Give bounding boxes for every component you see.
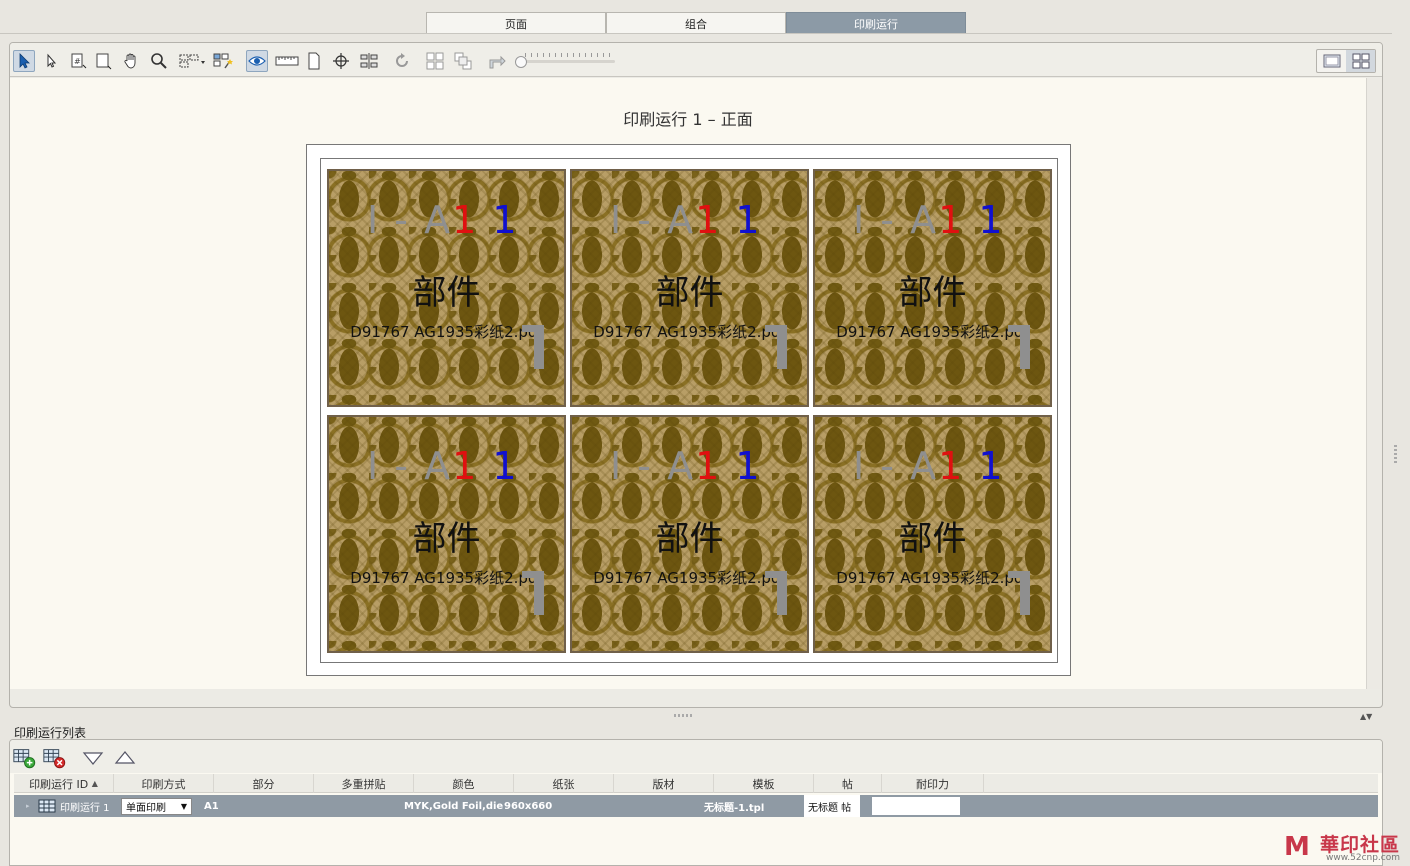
registration-mark: I - A1 1 [610,444,762,488]
undo-icon[interactable] [485,50,507,72]
ruler-icon[interactable] [274,50,300,72]
column-template[interactable]: 模板 [714,774,814,793]
zoom-slider[interactable] [515,53,615,68]
add-press-run-icon[interactable] [12,746,38,770]
part-cell[interactable]: I - A1 1 部件 D91767 AG1935彩纸2.pdf [327,169,566,407]
registration-mark: I - A1 1 [853,198,1005,242]
side-mark [522,571,544,615]
move-up-icon[interactable] [112,746,138,770]
side-mark [522,325,544,369]
document-icon[interactable] [303,50,325,72]
align-icon[interactable] [358,50,380,72]
run-length-input[interactable] [872,795,960,817]
collapse-arrows-icon[interactable]: ▲▼ [1360,712,1372,721]
press-run-row[interactable]: ▸ 印刷运行 1 单面印刷 ▼ A1 MYK,Gold Foil,die 960x… [14,795,1378,817]
part-cell[interactable]: I - A1 1 部件 D91767 AG1935彩纸2.pdf [327,415,566,653]
press-run-list-panel: 印刷运行 ID ▲ 印刷方式 部分 多重拼贴 颜色 纸张 版材 模板 帖 耐印力… [9,739,1383,866]
layout-b-icon[interactable] [452,50,474,72]
page-icon[interactable] [92,50,114,72]
registration-mark: I - A1 1 [367,198,519,242]
dropdown-arrow-icon: ▼ [180,801,187,811]
press-run-grid-icon [38,795,56,817]
hand-icon[interactable] [120,50,142,72]
tab-pages[interactable]: 页面 [426,12,606,34]
view-toggle [1316,49,1376,73]
plate-area: I - A1 1 部件 D91767 AG1935彩纸2.pdf I - A1 … [320,158,1058,663]
mode-tabs: 页面 组合 印刷运行 [426,12,966,34]
signature-field[interactable]: 无标题 帖 [804,795,860,817]
part-cell[interactable]: I - A1 1 部件 D91767 AG1935彩纸2.pdf [813,415,1052,653]
watermark-url: www.52cnp.com [1326,853,1401,863]
rotate-icon[interactable] [391,50,413,72]
column-run-length[interactable]: 耐印力 [882,774,984,793]
imposition-grid: I - A1 1 部件 D91767 AG1935彩纸2.pdf I - A1 … [327,169,1052,653]
part-title: 部件 [412,519,481,559]
column-press-run-id[interactable]: 印刷运行 ID ▲ [14,774,114,793]
column-method[interactable]: 印刷方式 [114,774,214,793]
pointer-icon[interactable] [13,50,35,72]
tab-press-run[interactable]: 印刷运行 [786,12,966,34]
tab-assembly[interactable]: 组合 [606,12,786,34]
part-title: 部件 [898,519,967,559]
marquee-icon[interactable] [177,50,207,72]
zoom-slider-track [519,60,615,63]
side-mark [765,325,787,369]
column-plate[interactable]: 版材 [614,774,714,793]
column-part[interactable]: 部分 [214,774,314,793]
svg-text:#: # [74,57,81,66]
part-title: 部件 [655,273,724,313]
part-cell[interactable]: I - A1 1 部件 D91767 AG1935彩纸2.pdf [570,415,809,653]
part-title: 部件 [898,273,967,313]
sort-ascending-icon: ▲ [91,779,98,788]
press-sheet[interactable]: I - A1 1 部件 D91767 AG1935彩纸2.pdf I - A1 … [306,144,1071,676]
watermark-m-icon: M [1284,832,1310,862]
part-title: 部件 [655,519,724,559]
part-value: A1 [204,800,219,812]
side-mark [1008,571,1030,615]
side-mark [1008,325,1030,369]
move-down-icon[interactable] [80,746,106,770]
page-add-icon[interactable]: # [67,50,89,72]
list-column-header: 印刷运行 ID ▲ 印刷方式 部分 多重拼贴 颜色 纸张 版材 模板 帖 耐印力 [14,774,1378,793]
grid-view-icon[interactable] [1346,50,1375,72]
press-sheet-title: 印刷运行 1 – 正面 [623,110,753,129]
direct-select-icon[interactable] [40,50,62,72]
column-color[interactable]: 颜色 [414,774,514,793]
registration-mark: I - A1 1 [610,198,762,242]
column-multi[interactable]: 多重拼贴 [314,774,414,793]
zoom-icon[interactable] [148,50,170,72]
watermark-logo: M 華印社區 www.52cnp.com [1282,826,1410,866]
side-mark [765,571,787,615]
zoom-slider-ticks [525,53,611,57]
zoom-slider-thumb[interactable] [515,56,527,68]
single-view-icon[interactable] [1317,50,1346,72]
color-value: MYK,Gold Foil,die [404,800,504,812]
template-value: 无标题-1.tpl [704,802,765,814]
tab-divider [0,33,1392,34]
canvas-scrollbar[interactable] [1366,78,1382,689]
layout-canvas[interactable]: 印刷运行 1 – 正面 I - A1 1 部件 D91767 AG1935彩纸2… [10,78,1366,689]
crosshair-icon[interactable] [330,50,352,72]
expand-arrow-icon[interactable]: ▸ [26,795,30,817]
wand-icon[interactable] [212,50,234,72]
panel-splitter-grip[interactable] [674,714,692,717]
delete-press-run-icon[interactable] [42,746,68,770]
column-signature[interactable]: 帖 [814,774,882,793]
part-cell[interactable]: I - A1 1 部件 D91767 AG1935彩纸2.pdf [813,169,1052,407]
layout-panel: # 印刷运行 1 – 正面 I - A1 1 部件 D91767 AG1935彩… [9,42,1383,708]
registration-mark: I - A1 1 [367,444,519,488]
part-cell[interactable]: I - A1 1 部件 D91767 AG1935彩纸2.pdf [570,169,809,407]
press-run-id: 印刷运行 1 [60,802,110,814]
print-method-select[interactable]: 单面印刷 ▼ [121,795,192,817]
list-toolbar [10,740,1382,773]
layout-a-icon[interactable] [424,50,446,72]
column-paper[interactable]: 纸张 [514,774,614,793]
right-panel-grip[interactable] [1394,445,1397,465]
registration-mark: I - A1 1 [853,444,1005,488]
main-toolbar: # [10,43,1382,77]
part-title: 部件 [412,273,481,313]
eye-icon[interactable] [246,50,268,72]
paper-value: 960x660 [504,800,553,812]
